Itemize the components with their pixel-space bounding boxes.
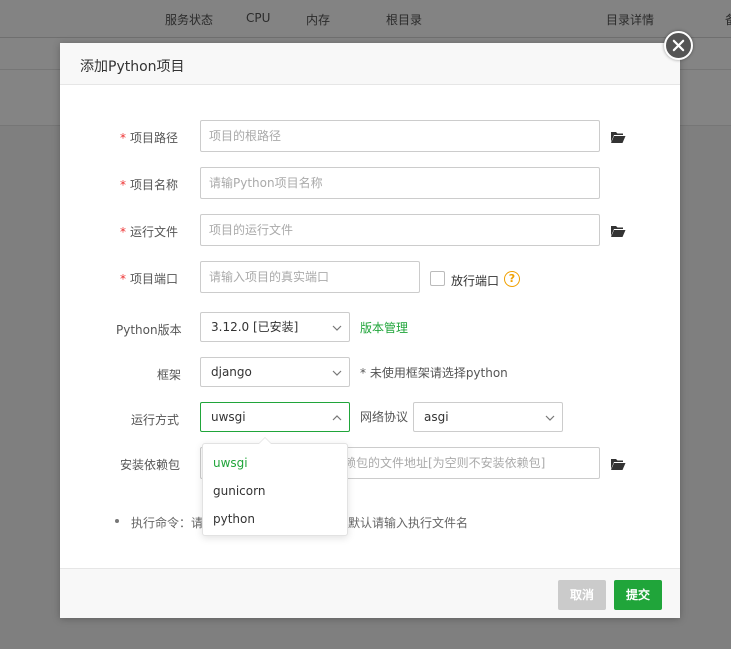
column-header-cpu: CPU — [246, 11, 271, 25]
chevron-down-icon — [332, 325, 342, 331]
protocol-select[interactable]: asgi — [413, 402, 563, 432]
run-mode-value: uwsgi — [211, 410, 246, 424]
run-mode-select[interactable]: uwsgi — [200, 402, 350, 432]
column-header-remark: 备 — [725, 11, 731, 28]
column-header-memory: 内存 — [306, 13, 331, 27]
close-dialog-button[interactable] — [664, 31, 693, 60]
framework-select[interactable]: django — [200, 357, 350, 387]
project-port-input[interactable] — [200, 261, 420, 293]
column-header-service-status: 服务状态 — [165, 13, 214, 27]
exec-cmd-suffix: 默认请输入执行文件名 — [348, 516, 469, 530]
run-mode-dropdown: uwsgi gunicorn python — [202, 443, 348, 536]
dropdown-arrow — [259, 438, 271, 444]
chevron-down-icon — [545, 415, 555, 421]
run-mode-option-uwsgi[interactable]: uwsgi — [213, 456, 248, 470]
open-port-checkbox[interactable] — [430, 271, 445, 286]
python-version-value: 3.12.0 [已安装] — [211, 320, 299, 334]
submit-button[interactable]: 提交 — [614, 580, 662, 610]
run-file-input[interactable] — [200, 214, 600, 246]
run-mode-label: 运行方式 — [131, 413, 180, 427]
folder-open-icon[interactable] — [610, 130, 626, 144]
project-port-label: * 项目端口 — [120, 272, 179, 286]
run-mode-option-gunicorn[interactable]: gunicorn — [213, 484, 265, 498]
column-header-root-dir: 根目录 — [386, 13, 423, 27]
install-deps-placeholder: 赖包的文件地址[为空则不安装依赖包] — [344, 456, 546, 470]
required-marker: * — [120, 131, 126, 145]
protocol-value: asgi — [424, 410, 449, 424]
required-marker: * — [120, 272, 126, 286]
dialog-title: 添加Python项目 — [80, 59, 185, 75]
project-path-label: * 项目路径 — [120, 131, 179, 145]
framework-label: 框架 — [157, 368, 182, 382]
install-deps-label: 安装依赖包 — [120, 458, 181, 472]
framework-value: django — [211, 365, 252, 379]
project-name-label: * 项目名称 — [120, 178, 179, 192]
protocol-label: 网络协议 — [360, 410, 409, 424]
dialog-header: 添加Python项目 — [60, 43, 680, 85]
exec-cmd-prefix: 执行命令：请 — [131, 516, 204, 530]
open-port-label: 放行端口 — [451, 274, 500, 288]
column-header-dir-details: 目录详情 — [606, 13, 655, 27]
chevron-up-icon — [332, 415, 342, 421]
folder-open-icon[interactable] — [610, 457, 626, 471]
question-circle-icon[interactable]: ? — [504, 271, 520, 287]
run-mode-option-python[interactable]: python — [213, 512, 255, 526]
background-table-header: 服务状态 CPU 内存 根目录 目录详情 备 — [0, 0, 731, 38]
folder-open-icon[interactable] — [610, 224, 626, 238]
chevron-down-icon — [332, 370, 342, 376]
close-icon — [672, 39, 685, 52]
project-path-input[interactable] — [200, 120, 600, 152]
dialog-footer: 取消 提交 — [60, 568, 680, 618]
required-marker: * — [120, 225, 126, 239]
run-file-label: * 运行文件 — [120, 225, 179, 239]
python-version-label: Python版本 — [116, 323, 182, 337]
python-version-select[interactable]: 3.12.0 [已安装] — [200, 312, 350, 342]
version-manage-link[interactable]: 版本管理 — [360, 319, 408, 336]
project-name-input[interactable] — [200, 167, 600, 199]
bullet-dot — [115, 519, 119, 523]
required-marker: * — [120, 178, 126, 192]
framework-hint: * 未使用框架请选择python — [360, 366, 508, 380]
cancel-button[interactable]: 取消 — [558, 580, 606, 610]
